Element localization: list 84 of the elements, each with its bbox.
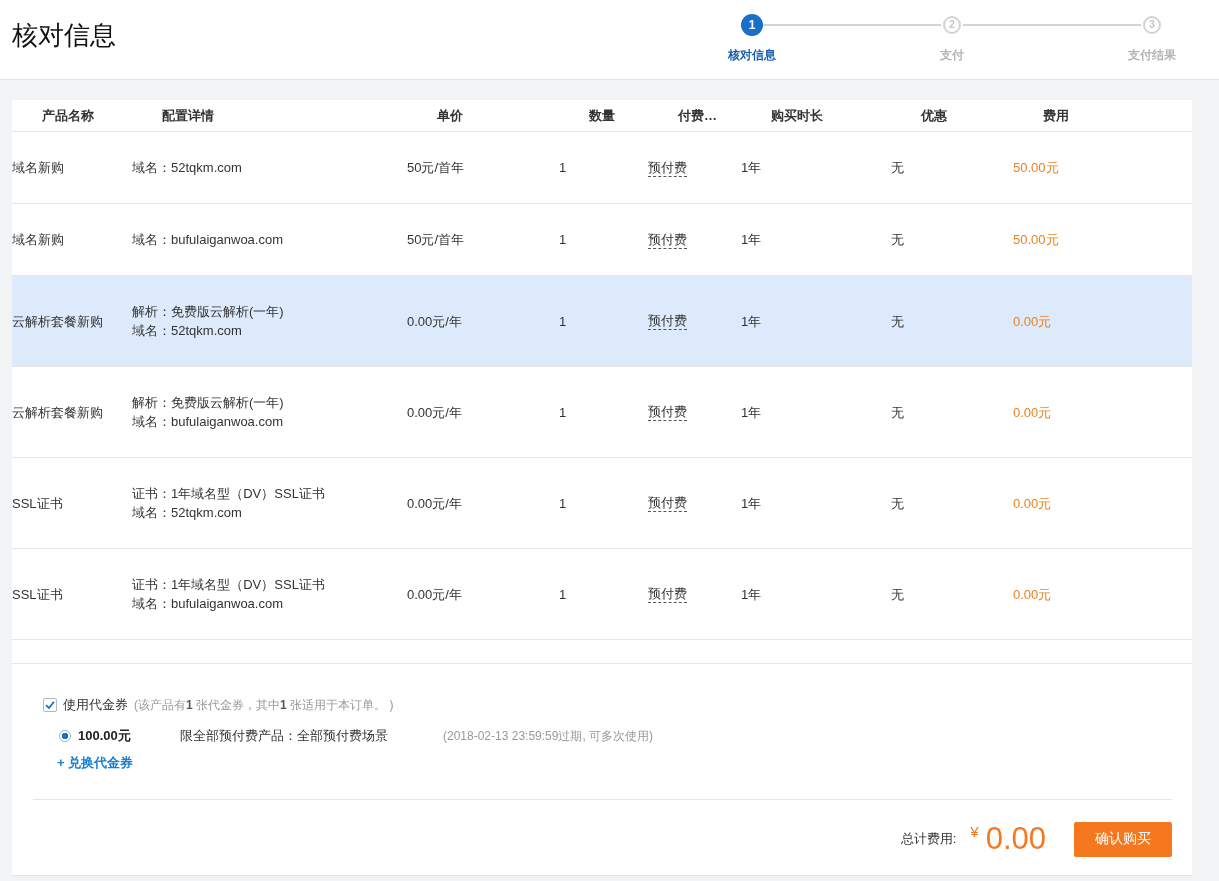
step-number: 2	[943, 16, 961, 34]
config-detail: 域名：bufulaiganwoa.com	[132, 413, 285, 431]
cost-cell-text: 0.00元	[1013, 312, 1053, 331]
checkbox[interactable]	[43, 698, 57, 712]
payment-type-cell: 预付费	[648, 230, 687, 249]
discount-cell-text: 无	[891, 312, 905, 331]
quantity-cell-text: 1	[559, 159, 568, 177]
quantity-cell-text: 1	[559, 585, 568, 604]
config-detail: 证书：1年域名型（DV）SSL证书	[132, 485, 326, 503]
product-cell-text: 云解析套餐新购	[12, 312, 104, 331]
step-label: 核对信息	[728, 48, 776, 62]
payment-type-cell: 预付费	[648, 158, 687, 177]
table-row[interactable]: SSL证书 证书：1年域名型（DV）SSL证书 域名：bufulaiganwoa.com 0.00元/年 1 预付费 1年 无 0.00元	[12, 549, 1192, 640]
config-detail: 解析：免费版云解析(一年)	[132, 303, 285, 321]
price-cell-text: 0.00元/年	[407, 494, 463, 513]
column-header: 购买时长	[771, 106, 824, 125]
config-detail: 证书：1年域名型（DV）SSL证书	[132, 576, 326, 594]
quantity-cell-text: 1	[559, 312, 568, 331]
page-title: 核对信息	[12, 19, 116, 52]
quantity-cell-text: 1	[559, 494, 568, 513]
step-label: 支付结果	[1128, 48, 1176, 62]
voucher-scope: 限全部预付费产品：全部预付费场景	[180, 727, 389, 745]
step-number: 1	[741, 14, 763, 36]
discount-cell-text: 无	[891, 585, 905, 604]
duration-cell-text: 1年	[741, 494, 763, 513]
check-icon	[45, 700, 55, 710]
config-detail: 域名：bufulaiganwoa.com	[132, 595, 285, 613]
config-detail: 解析：免费版云解析(一年)	[132, 394, 285, 412]
product-cell-text: 域名新购	[12, 231, 65, 249]
total-amount: 0.00	[985, 821, 1046, 857]
payment-type-cell: 预付费	[648, 312, 687, 330]
config-detail: 域名：bufulaiganwoa.com	[132, 231, 285, 249]
column-header: 数量	[589, 106, 616, 125]
column-header: 单价	[437, 106, 464, 125]
quantity-cell-text: 1	[559, 231, 568, 249]
product-cell-text: 域名新购	[12, 159, 65, 177]
column-header: 付费…	[678, 106, 718, 125]
cost-cell-text: 50.00元	[1013, 231, 1060, 249]
cost-cell-text: 50.00元	[1013, 159, 1060, 177]
discount-cell-text: 无	[891, 494, 905, 513]
step-label: 支付	[940, 48, 964, 62]
cost-cell-text: 0.00元	[1013, 494, 1053, 513]
duration-cell-text: 1年	[741, 231, 763, 249]
radio-button[interactable]	[59, 730, 71, 742]
discount-cell-text: 无	[891, 159, 905, 177]
voucher-label: 使用代金券	[63, 696, 128, 714]
voucher-note: (该产品有1 张代金券，其中1 张适用于本订单。 )	[134, 696, 394, 714]
voucher-amount: 100.00元	[78, 727, 132, 745]
price-cell-text: 0.00元/年	[407, 403, 463, 422]
table-row[interactable]: SSL证书 证书：1年域名型（DV）SSL证书 域名：52tqkm.com 0.00元/年 1 预付费 1年 无 0.00元	[12, 458, 1192, 549]
discount-cell-text: 无	[891, 403, 905, 422]
payment-type-cell: 预付费	[648, 403, 687, 421]
cost-cell-text: 0.00元	[1013, 585, 1053, 604]
duration-cell-text: 1年	[741, 159, 763, 177]
table-row[interactable]: 云解析套餐新购 解析：免费版云解析(一年) 域名：bufulaiganwoa.com 0.00元/年 1 预付费 1年 无 0.00元	[12, 367, 1192, 458]
quantity-cell-text: 1	[559, 403, 568, 422]
config-detail: 域名：52tqkm.com	[132, 322, 243, 340]
currency-symbol: ¥	[970, 823, 979, 840]
config-detail: 域名：52tqkm.com	[132, 159, 243, 177]
price-cell-text: 50元/首年	[407, 231, 466, 249]
total-label: 总计费用:	[900, 830, 957, 848]
price-cell-text: 50元/首年	[407, 159, 466, 177]
column-header: 产品名称	[42, 106, 95, 125]
payment-type-cell: 预付费	[648, 585, 687, 603]
config-detail: 域名：52tqkm.com	[132, 504, 243, 522]
product-cell-text: 云解析套餐新购	[12, 403, 104, 422]
table-row[interactable]: 云解析套餐新购 解析：免费版云解析(一年) 域名：52tqkm.com 0.00元/年 1 预付费 1年 无 0.00元	[12, 276, 1192, 367]
column-header: 费用	[1043, 106, 1070, 125]
duration-cell-text: 1年	[741, 312, 763, 331]
voucher-expiry: (2018-02-13 23:59:59过期, 可多次使用)	[443, 727, 654, 745]
duration-cell-text: 1年	[741, 585, 763, 604]
table-row[interactable]: 域名新购 域名：52tqkm.com 50元/首年 1 预付费 1年 无 50.00元	[12, 132, 1192, 204]
price-cell-text: 0.00元/年	[407, 312, 463, 331]
duration-cell-text: 1年	[741, 403, 763, 422]
price-cell-text: 0.00元/年	[407, 585, 463, 604]
column-header: 优惠	[921, 106, 948, 125]
discount-cell-text: 无	[891, 231, 905, 249]
payment-type-cell: 预付费	[648, 494, 687, 512]
column-header: 配置详情	[162, 106, 215, 125]
redeem-voucher-link[interactable]: + 兑换代金券	[57, 753, 134, 773]
step-number: 3	[1143, 16, 1161, 34]
product-cell-text: SSL证书	[12, 585, 64, 604]
product-cell-text: SSL证书	[12, 494, 64, 513]
cost-cell-text: 0.00元	[1013, 403, 1053, 422]
